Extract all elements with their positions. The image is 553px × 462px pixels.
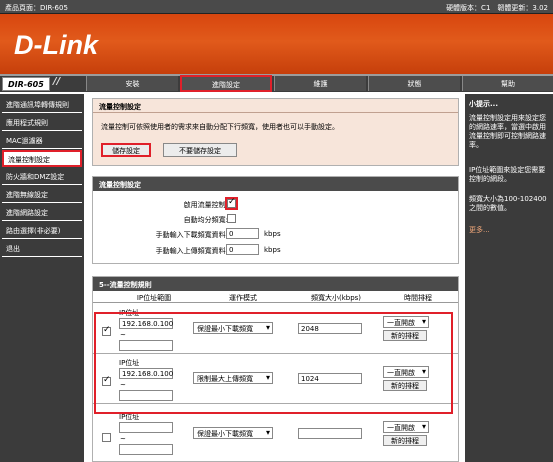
range-tilde: ~ — [120, 435, 126, 443]
rules-table-header: IP位址範圍 運作模式 頻寬大小(kbps) 時間排程 — [93, 291, 458, 303]
ip-start-input[interactable] — [119, 422, 173, 433]
model-label: DIR-605 — [2, 77, 50, 91]
sidebar-item-routing[interactable]: 路由選擇(非必要) — [2, 222, 82, 239]
tab-advanced[interactable]: 進階設定 — [180, 75, 272, 92]
download-bandwidth-input[interactable]: 0 — [226, 228, 259, 239]
range-tilde: ~ — [120, 381, 126, 389]
dont-save-button[interactable]: 不要儲存設定 — [163, 143, 237, 157]
ip-address-label: IP位址 — [119, 309, 140, 317]
section-title: 5--流量控制規則 — [93, 277, 458, 291]
help-text-bandwidth: 頻寬大小為100-102400之間的數值。 — [469, 195, 547, 212]
tab-status[interactable]: 狀態 — [368, 76, 460, 91]
bandwidth-input[interactable]: 1024 — [298, 373, 362, 384]
table-row: IP位址 192.168.0.100 ~ 限制最大上傳頻寬 1024 一直開啟 … — [93, 355, 458, 404]
brand-banner: D-Link — [0, 14, 553, 74]
ip-end-input[interactable] — [119, 340, 173, 351]
download-row: 手動輸入下載頻寬資料: 0 kbps — [93, 227, 460, 241]
schedule-select[interactable]: 一直開啟 — [383, 366, 429, 378]
section-title: 流量控制設定 — [93, 99, 458, 113]
unit-label: kbps — [264, 246, 281, 254]
traffic-control-settings-box: 流量控制設定 啟用流量控制: 自動均分頻寬: 手動輸入下載頻寬資料: 0 kbp… — [92, 176, 459, 264]
range-tilde: ~ — [120, 331, 126, 339]
dlink-logo: D-Link — [14, 30, 98, 60]
ip-address-label: IP位址 — [119, 359, 140, 367]
auto-bandwidth-checkbox[interactable] — [227, 214, 236, 223]
auto-row: 自動均分頻寬: — [93, 212, 460, 226]
tab-maintenance[interactable]: 維護 — [274, 76, 366, 91]
help-text-ip-range: IP位址範圍來設定您需要控制的網段。 — [469, 166, 546, 183]
enable-traffic-control-checkbox[interactable] — [225, 197, 238, 210]
enable-traffic-control-label: 啟用流量控制: — [183, 201, 228, 209]
sidebar-item-logout[interactable]: 退出 — [2, 240, 82, 257]
ip-start-input[interactable]: 192.168.0.100 — [119, 318, 173, 329]
upload-bandwidth-label: 手動輸入上傳頻寬資料: — [155, 247, 228, 255]
bandwidth-input[interactable] — [298, 428, 362, 439]
sidebar-item-port-forwarding[interactable]: 進階通訊埠轉傳規則 — [2, 96, 82, 113]
help-text-traffic-control: 流量控制設定用來設定您的網路速率，當選中啟用流量控制即可控制網路速率。 — [469, 114, 546, 149]
sidebar-item-advanced-wireless[interactable]: 進階無線設定 — [2, 186, 82, 203]
sidebar-item-mac-filter[interactable]: MAC過濾器 — [2, 132, 82, 149]
schedule-select[interactable]: 一直開啟 — [383, 316, 429, 328]
tab-help[interactable]: 幫助 — [462, 76, 553, 91]
ip-start-input[interactable]: 192.168.0.100 — [119, 368, 173, 379]
section-title: 流量控制設定 — [93, 177, 458, 191]
table-row: IP位址 192.168.0.100 ~ 保證最小下載頻寬 2048 一直開啟 … — [93, 305, 458, 354]
enable-row: 啟用流量控制: — [93, 197, 460, 211]
sidebar-item-application-rules[interactable]: 應用程式規則 — [2, 114, 82, 131]
ip-address-label: IP位址 — [119, 413, 140, 421]
download-bandwidth-label: 手動輸入下載頻寬資料: — [155, 231, 228, 239]
traffic-control-rules-box: 5--流量控制規則 IP位址範圍 運作模式 頻寬大小(kbps) 時間排程 IP… — [92, 276, 459, 462]
tab-setup[interactable]: 安裝 — [86, 76, 178, 91]
help-panel: 小提示... 流量控制設定用來設定您的網路速率，當選中啟用流量控制即可控制網路速… — [465, 94, 553, 462]
upload-row: 手動輸入上傳頻寬資料: 0 kbps — [93, 243, 460, 257]
main-content: 流量控制設定 流量控制可依照使用者的需求來自動分配下行頻寬，使用者也可以手動設定… — [88, 94, 463, 462]
column-header-schedule: 時間排程 — [404, 294, 432, 302]
ip-end-input[interactable] — [119, 390, 173, 401]
version-label: 硬體版本：C1 韌體更新：3.02 — [446, 4, 548, 12]
column-header-ip-range: IP位址範圍 — [136, 294, 172, 302]
sidebar: 進階通訊埠轉傳規則 應用程式規則 MAC過濾器 流量控制設定 防火牆和DMZ設定… — [0, 94, 84, 462]
sidebar-item-traffic-control[interactable]: 流量控制設定 — [2, 150, 82, 167]
section-description: 流量控制可依照使用者的需求來自動分配下行頻寬，使用者也可以手動設定。 — [101, 123, 339, 131]
rule-enable-checkbox[interactable] — [102, 375, 111, 386]
help-title: 小提示... — [469, 100, 498, 108]
top-info-bar: 產品頁面：DIR-605 硬體版本：C1 韌體更新：3.02 — [0, 0, 553, 14]
upload-bandwidth-input[interactable]: 0 — [226, 244, 259, 255]
save-settings-button[interactable]: 儲存設定 — [101, 143, 151, 157]
new-schedule-button[interactable]: 新的排程 — [383, 380, 427, 391]
mode-select[interactable]: 保證最小下載頻寬 — [193, 427, 273, 439]
product-page-label: 產品頁面：DIR-605 — [5, 4, 68, 12]
unit-label: kbps — [264, 230, 281, 238]
divider-slashes: // — [53, 76, 61, 87]
table-row: IP位址 ~ 保證最小下載頻寬 一直開啟 新的排程 — [93, 409, 458, 461]
sidebar-item-firewall-dmz[interactable]: 防火牆和DMZ設定 — [2, 168, 82, 185]
new-schedule-button[interactable]: 新的排程 — [383, 330, 427, 341]
bandwidth-input[interactable]: 2048 — [298, 323, 362, 334]
ip-end-input[interactable] — [119, 444, 173, 455]
help-more-link[interactable]: 更多... — [469, 226, 551, 235]
new-schedule-button[interactable]: 新的排程 — [383, 435, 427, 446]
traffic-control-intro-box: 流量控制設定 流量控制可依照使用者的需求來自動分配下行頻寬，使用者也可以手動設定… — [92, 98, 459, 166]
schedule-select[interactable]: 一直開啟 — [383, 421, 429, 433]
mode-select[interactable]: 保證最小下載頻寬 — [193, 322, 273, 334]
sidebar-item-advanced-network[interactable]: 進階網路設定 — [2, 204, 82, 221]
rule-enable-checkbox[interactable] — [102, 433, 111, 442]
mode-select[interactable]: 限制最大上傳頻寬 — [193, 372, 273, 384]
column-header-bandwidth: 頻寬大小(kbps) — [310, 294, 362, 302]
column-header-mode: 運作模式 — [229, 294, 257, 302]
auto-bandwidth-label: 自動均分頻寬: — [183, 216, 228, 224]
rule-enable-checkbox[interactable] — [102, 325, 111, 336]
